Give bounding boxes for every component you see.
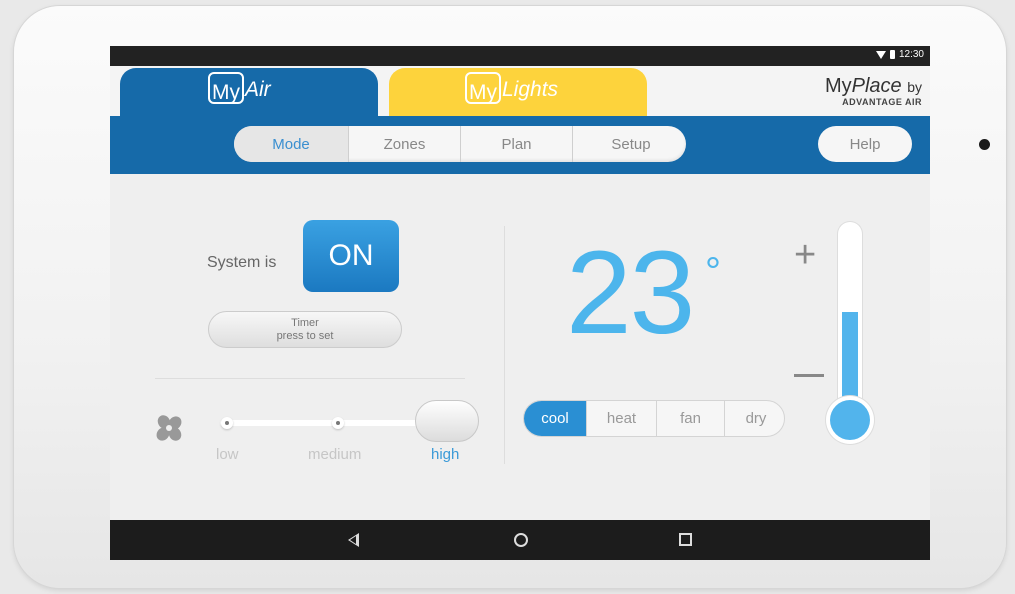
logo-suffix: Air [245,78,271,101]
myair-logo: My Air [208,72,271,104]
recent-apps-icon[interactable] [679,533,692,546]
fan-low-dot[interactable] [221,417,233,429]
divider [155,378,465,379]
temp-increase-button[interactable]: + [794,236,816,274]
wifi-icon [875,50,886,59]
timer-title: Timer [291,316,319,329]
mylights-logo: My Lights [465,72,558,104]
temperature-value: 23 [566,227,695,359]
logo-suffix: Lights [502,78,559,101]
brand-logo: MyPlace by ADVANTAGE AIR [825,76,922,108]
tab-plan[interactable]: Plan [461,126,573,162]
mode-panel: System is ON Timer press to set low medi… [110,174,930,520]
nav-bar: Mode Zones Plan Setup Help [110,116,930,174]
app-screen: 12:30 My Air My Lights MyPlace by ADVANTAG… [110,46,930,560]
fan-label-low[interactable]: low [216,446,239,463]
logo-box: My [465,72,501,104]
timer-button[interactable]: Timer press to set [208,311,402,348]
tab-mode[interactable]: Mode [234,126,349,162]
logo-prefix: My [212,81,240,104]
brand-by: by [907,79,922,95]
brand-subtitle: ADVANTAGE AIR [842,97,922,107]
brand-place: Place [851,75,902,97]
system-label: System is [207,254,277,271]
fan-medium-dot[interactable] [332,417,344,429]
mode-heat[interactable]: heat [587,401,657,436]
logo-box: My [208,72,244,104]
logo-prefix: My [469,81,497,104]
status-bar: 12:30 [110,46,930,66]
brand-title: MyPlace by [825,76,922,97]
power-button[interactable]: ON [303,220,399,292]
mode-selector: cool heat fan dry [523,400,785,437]
tab-myair[interactable]: My Air [120,68,378,116]
camera-icon [979,139,990,150]
home-icon[interactable] [514,533,528,547]
back-icon[interactable] [348,533,359,547]
mode-fan[interactable]: fan [657,401,725,436]
fan-speed-knob[interactable] [415,400,479,442]
section-tabs: Mode Zones Plan Setup [234,126,686,162]
tab-setup[interactable]: Setup [573,126,686,162]
timer-hint: press to set [276,329,334,342]
app-header: My Air My Lights MyPlace by ADVANTAGE AIR [110,66,930,116]
temp-decrease-button[interactable] [794,374,824,377]
battery-icon [889,50,895,59]
brand-my: My [824,75,852,97]
mode-cool[interactable]: cool [524,401,587,436]
tab-mylights[interactable]: My Lights [389,68,647,116]
thermometer-bulb-fill [830,400,870,440]
tab-zones[interactable]: Zones [349,126,461,162]
fan-label-high[interactable]: high [431,446,459,463]
status-time: 12:30 [898,49,924,60]
system-nav-bar [110,520,930,560]
mode-dry[interactable]: dry [725,401,784,436]
divider [504,226,505,464]
fan-label-medium[interactable]: medium [308,446,361,463]
help-button[interactable]: Help [818,126,912,162]
status-icons: 12:30 [875,49,924,60]
temperature-unit: ° [705,250,721,294]
fan-icon [156,415,182,441]
